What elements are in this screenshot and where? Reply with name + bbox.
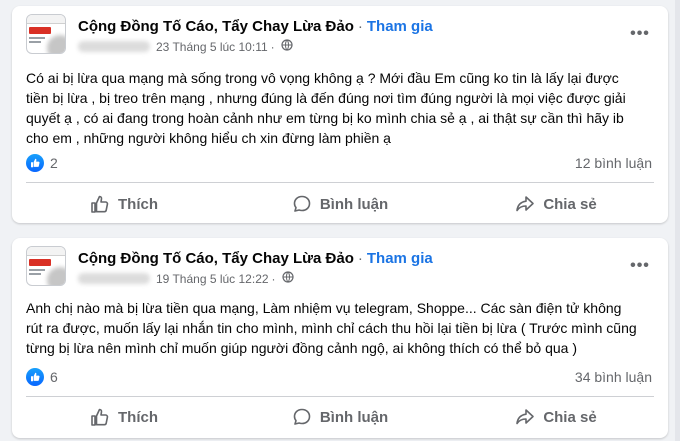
comment-button[interactable]: Bình luận — [232, 400, 448, 434]
meta-separator: · — [271, 271, 276, 286]
post-timestamp[interactable]: 19 Tháng 5 lúc 12:22 — [156, 272, 269, 286]
like-count[interactable]: 6 — [50, 369, 58, 385]
comment-label: Bình luận — [319, 408, 389, 426]
action-bar: Thích Bình luận Chia sẻ — [16, 400, 664, 434]
separator-dot: · — [357, 250, 363, 267]
comment-count[interactable]: 12 bình luận — [575, 155, 652, 171]
like-count[interactable]: 2 — [50, 155, 58, 171]
like-label: Thích — [118, 408, 158, 426]
like-button[interactable]: Thích — [16, 400, 232, 434]
join-group-link[interactable]: Tham gia — [367, 250, 433, 267]
separator-dot: · — [357, 18, 363, 35]
group-avatar[interactable] — [26, 246, 66, 286]
share-label: Chia sẻ — [543, 408, 597, 426]
like-reaction-icon[interactable] — [26, 368, 44, 386]
post-card: Cộng Đồng Tố Cáo, Tẩy Chay Lừa Đảo · Tham … — [12, 6, 668, 223]
action-bar: Thích Bình luận Chia sẻ — [16, 187, 664, 221]
group-name-link[interactable]: Cộng Đồng Tố Cáo, Tẩy Chay Lừa Đảo — [78, 250, 354, 267]
post-card: Cộng Đồng Tố Cáo, Tẩy Chay Lừa Đảo · Tham … — [12, 238, 668, 438]
more-options-icon[interactable]: ••• — [628, 22, 652, 46]
group-avatar[interactable] — [26, 14, 66, 54]
group-name-line: Cộng Đồng Tố Cáo, Tẩy Chay Lừa Đảo · Tham … — [78, 18, 433, 35]
post-text-line: quyết ạ , có ai đang trong hoàn cảnh như… — [26, 110, 624, 126]
more-options-icon[interactable]: ••• — [628, 254, 652, 278]
divider — [26, 396, 654, 397]
comment-bubble-icon — [292, 407, 312, 427]
meta-separator: · — [270, 39, 275, 54]
window-edge — [675, 0, 680, 441]
post-text: Anh chị nào mà bị lừa tiền qua mạng, Làm… — [26, 298, 654, 358]
like-reaction-icon[interactable] — [26, 154, 44, 172]
post-text-line: Có ai bị lừa qua mạng mà sống trong vô v… — [26, 70, 619, 86]
globe-icon — [281, 39, 293, 54]
post-text-line: cho em , những người không hiểu ch xin đ… — [26, 130, 391, 146]
post-header: Cộng Đồng Tố Cáo, Tẩy Chay Lừa Đảo · Tham … — [12, 238, 668, 294]
comment-button[interactable]: Bình luận — [232, 187, 448, 221]
share-button[interactable]: Chia sẻ — [448, 187, 664, 221]
thumbs-up-icon — [90, 194, 110, 214]
post-timestamp[interactable]: 23 Tháng 5 lúc 10:11 — [156, 40, 268, 54]
divider — [26, 182, 654, 183]
thumbs-up-icon — [90, 407, 110, 427]
post-header: Cộng Đồng Tố Cáo, Tẩy Chay Lừa Đảo · Tham … — [12, 6, 668, 62]
blurred-author-name — [78, 41, 150, 52]
share-button[interactable]: Chia sẻ — [448, 400, 664, 434]
post-stats: 6 34 bình luận — [26, 366, 652, 388]
group-name-link[interactable]: Cộng Đồng Tố Cáo, Tẩy Chay Lừa Đảo — [78, 18, 354, 35]
post-text-line: rút ra được, muốn lấy lại nhắn tin cho m… — [26, 320, 637, 336]
post-text-line: tiền bị lừa , bị treo trên mạng , nhưng … — [26, 90, 626, 106]
globe-icon — [281, 271, 294, 286]
blurred-author-name — [78, 273, 150, 284]
post-text-line: từng bị lừa nên mình chỉ muốn giúp người… — [26, 340, 577, 356]
like-label: Thích — [118, 195, 158, 213]
comment-label: Bình luận — [319, 195, 389, 213]
post-stats: 2 12 bình luận — [26, 152, 652, 174]
comment-bubble-icon — [292, 194, 312, 214]
post-text: Có ai bị lừa qua mạng mà sống trong vô v… — [26, 68, 654, 148]
post-meta: 19 Tháng 5 lúc 12:22 · — [78, 271, 294, 286]
join-group-link[interactable]: Tham gia — [367, 18, 433, 35]
share-arrow-icon — [515, 194, 535, 214]
share-arrow-icon — [515, 407, 535, 427]
post-meta: 23 Tháng 5 lúc 10:11 · — [78, 39, 293, 54]
post-text-line: Anh chị nào mà bị lừa tiền qua mạng, Làm… — [26, 300, 622, 316]
comment-count[interactable]: 34 bình luận — [575, 369, 652, 385]
group-name-line: Cộng Đồng Tố Cáo, Tẩy Chay Lừa Đảo · Tham … — [78, 250, 433, 267]
like-button[interactable]: Thích — [16, 187, 232, 221]
share-label: Chia sẻ — [543, 195, 597, 213]
